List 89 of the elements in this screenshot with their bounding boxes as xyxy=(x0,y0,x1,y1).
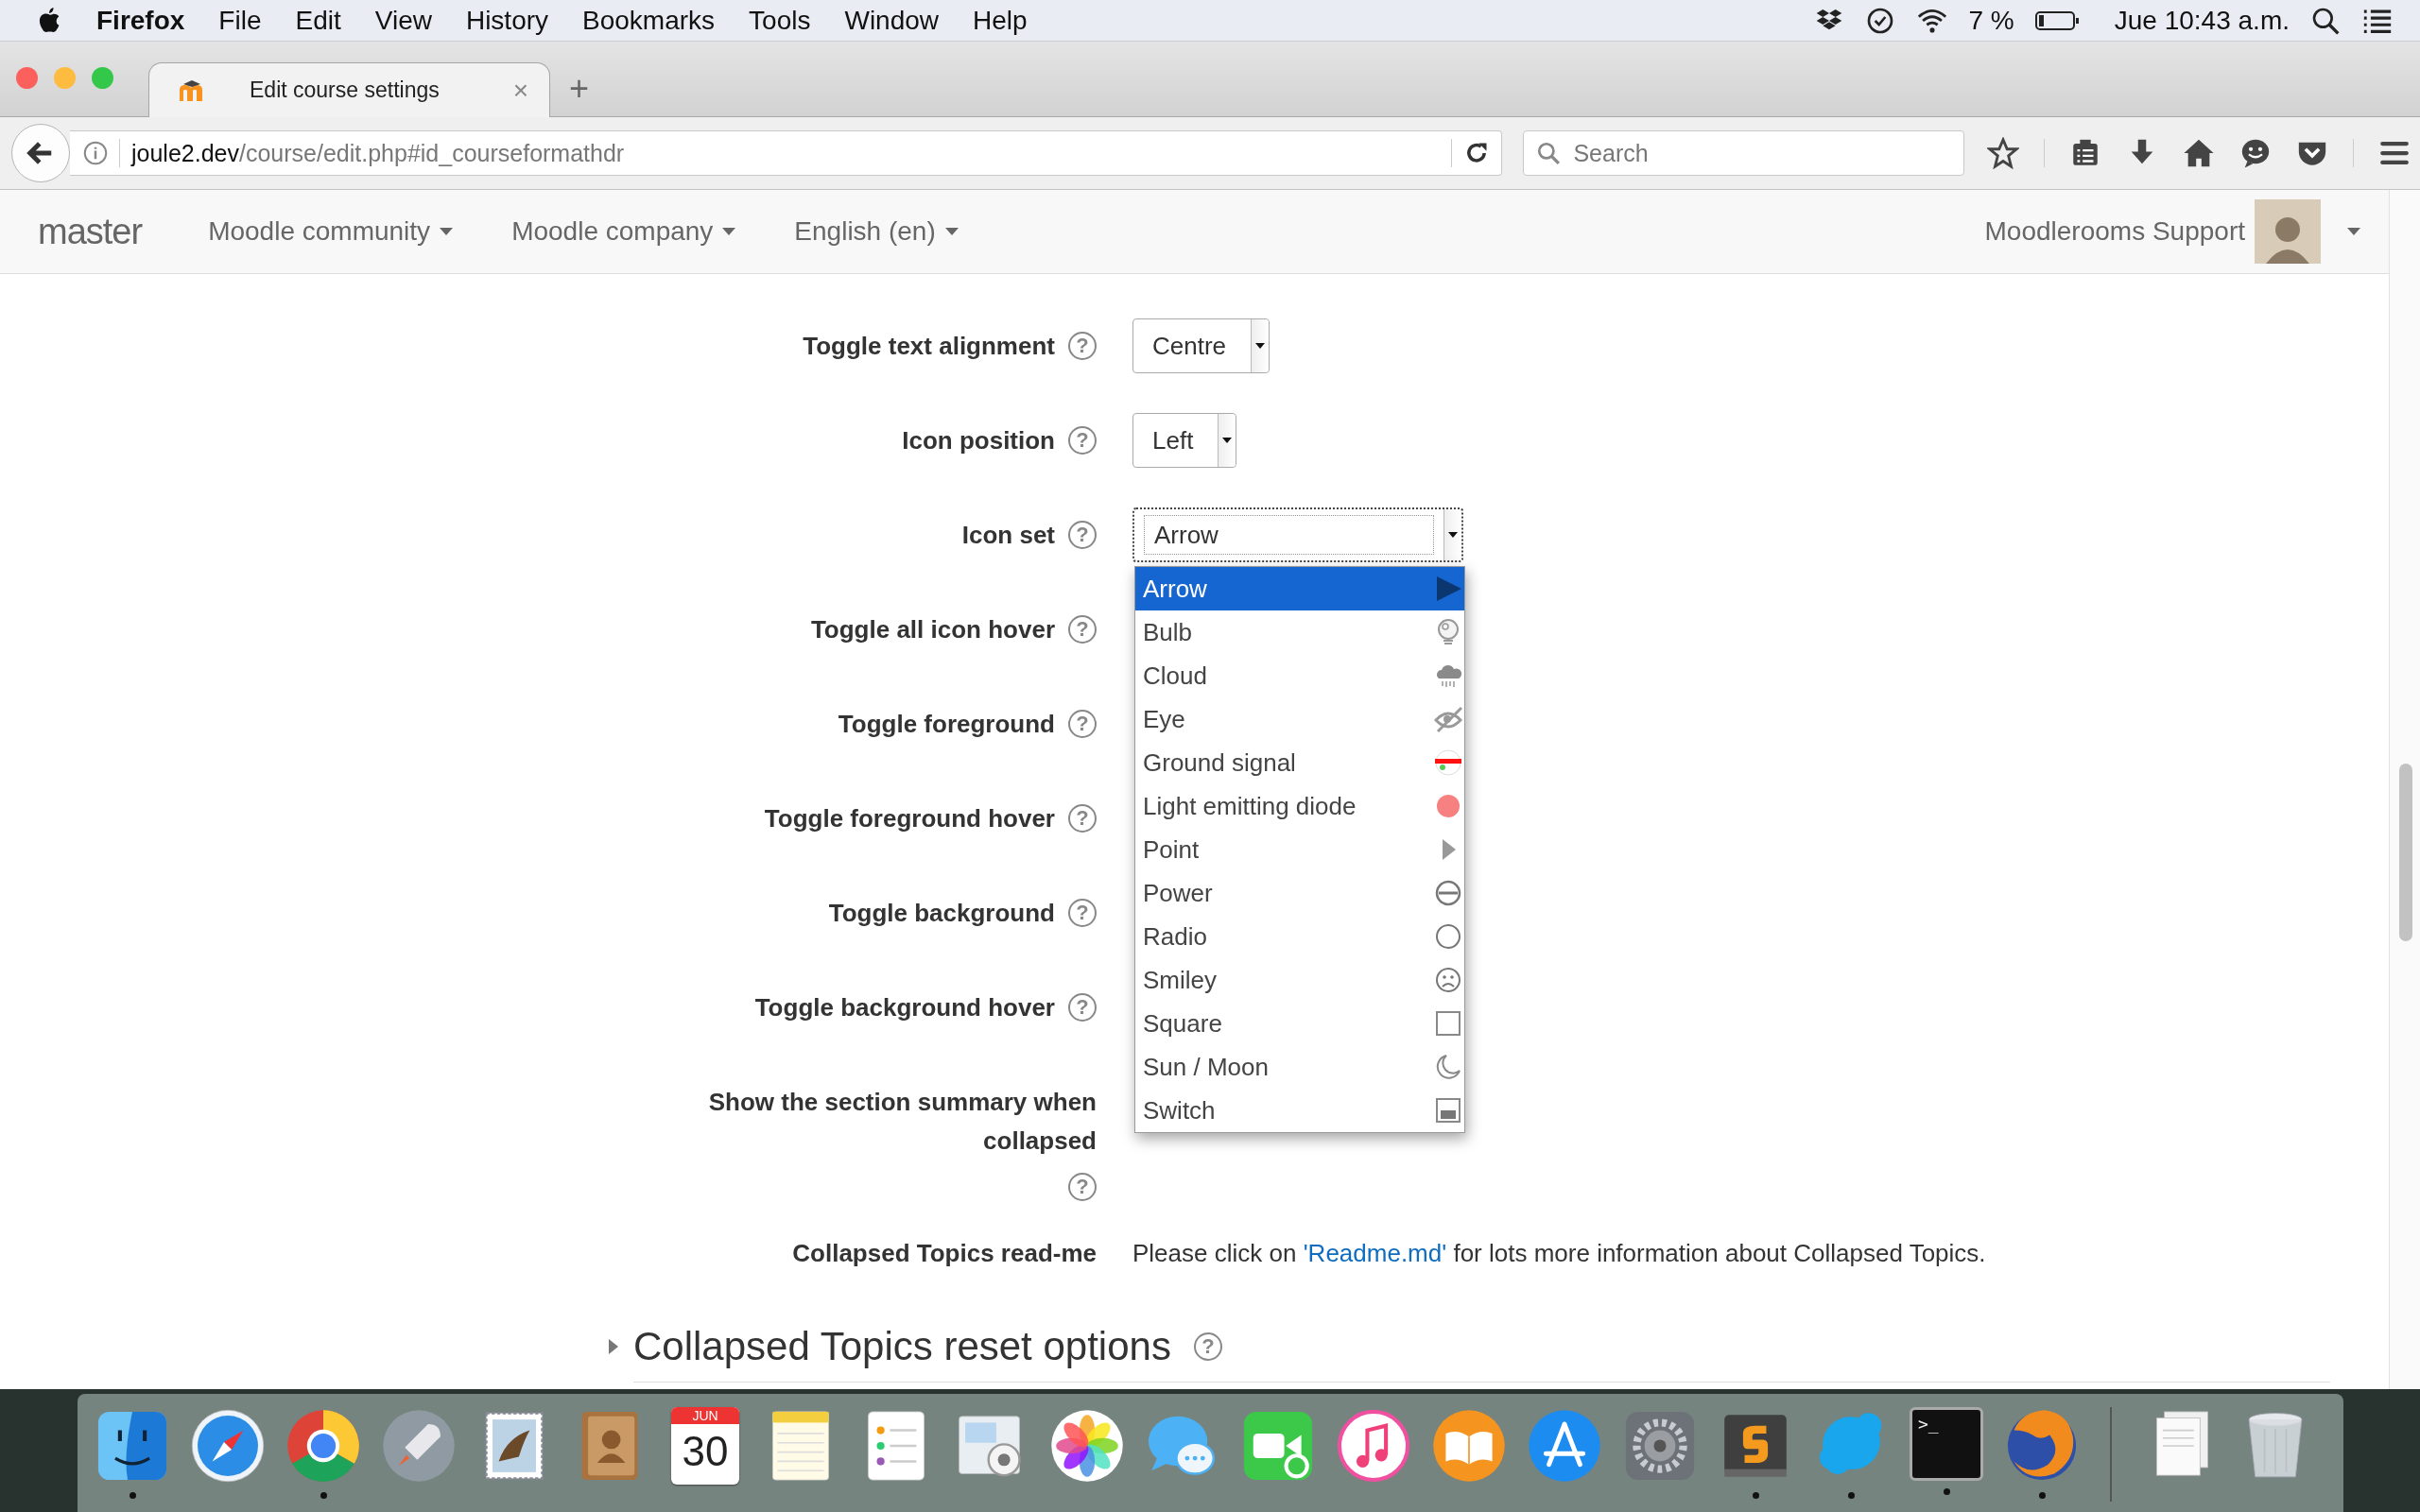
ground-icon xyxy=(1434,748,1462,777)
dropdown-option[interactable]: Power xyxy=(1135,871,1464,915)
user-avatar[interactable] xyxy=(2255,199,2321,264)
field-label: Toggle all icon hover xyxy=(810,613,1055,645)
moon-icon xyxy=(1434,1053,1462,1081)
led-icon xyxy=(1434,792,1462,820)
battery-percentage: 7 % xyxy=(1968,5,2014,36)
star-icon[interactable] xyxy=(1987,137,2019,169)
help-icon[interactable]: ? xyxy=(1068,332,1097,360)
app-menu[interactable]: Firefox xyxy=(96,5,185,36)
field-label: Toggle text alignment xyxy=(803,330,1055,362)
dropdown-option[interactable]: Eye xyxy=(1135,697,1464,741)
help-icon[interactable]: ? xyxy=(1068,521,1097,549)
menu-item[interactable]: Edit xyxy=(295,5,341,36)
user-name[interactable]: Moodlerooms Support xyxy=(1984,216,2245,247)
select-field[interactable]: Centre xyxy=(1132,318,1270,373)
new-tab-button[interactable]: + xyxy=(569,69,590,109)
eye-icon xyxy=(1434,705,1462,733)
terminal-icon[interactable]: >_ xyxy=(1910,1407,1983,1481)
url-text: joule2.dev/course/edit.php#id_courseformathdr xyxy=(131,139,626,167)
collapsed-caret-icon[interactable] xyxy=(607,1337,620,1356)
help-icon[interactable]: ? xyxy=(1068,615,1097,644)
field-label: Collapsed Topics read-me xyxy=(792,1237,1097,1269)
field-label: Toggle foreground hover xyxy=(764,802,1055,834)
info-icon[interactable] xyxy=(81,139,110,167)
nav-menu[interactable]: Moodle company xyxy=(511,216,736,247)
field-label: Show the section summary when collapsed xyxy=(707,1087,1097,1157)
field-label: Icon position xyxy=(902,424,1055,456)
radio-icon xyxy=(1434,922,1462,951)
dropdown-option[interactable]: Radio xyxy=(1135,915,1464,958)
help-icon[interactable]: ? xyxy=(1068,710,1097,738)
flower-icon[interactable] xyxy=(1048,1407,1126,1485)
menu-item[interactable]: Window xyxy=(844,5,940,36)
calendar-icon[interactable]: JUN 30 xyxy=(671,1407,739,1485)
search-field[interactable]: Search xyxy=(1523,130,1964,176)
address-bar[interactable]: joule2.dev/course/edit.php#id_courseformathdr xyxy=(70,130,1503,176)
tab-title: Edit course settings xyxy=(250,77,441,103)
battery-icon[interactable] xyxy=(2034,9,2081,32)
select-field[interactable]: Arrow xyxy=(1132,507,1463,562)
dropdown-option[interactable]: Light emitting diode xyxy=(1135,784,1464,828)
readme-link[interactable]: 'Readme.md' xyxy=(1303,1238,1447,1267)
dropdown-option[interactable]: Smiley xyxy=(1135,958,1464,1002)
dropdown-option[interactable]: Square xyxy=(1135,1002,1464,1045)
menu-item[interactable]: Bookmarks xyxy=(582,5,716,36)
scrollbar-thumb[interactable] xyxy=(2399,764,2412,941)
color-wheel-icon[interactable] xyxy=(285,1407,362,1485)
dropdown-option[interactable]: Cloud xyxy=(1135,654,1464,697)
clock[interactable]: Jue 10:43 a.m. xyxy=(2114,5,2290,36)
caret-icon[interactable] xyxy=(2347,228,2360,235)
nav-menu[interactable]: Moodle community xyxy=(208,216,454,247)
help-icon[interactable]: ? xyxy=(1068,899,1097,927)
home-icon[interactable] xyxy=(2183,137,2215,169)
help-icon[interactable]: ? xyxy=(1068,993,1097,1022)
field-label: Icon set xyxy=(961,519,1055,551)
search-icon xyxy=(1536,141,1562,165)
dropdown-option[interactable]: Bulb xyxy=(1135,610,1464,654)
field-label: Toggle foreground xyxy=(838,708,1055,740)
help-icon[interactable]: ? xyxy=(1068,804,1097,833)
smiley-bubble-icon[interactable] xyxy=(2239,137,2272,169)
menu-item[interactable]: Help xyxy=(973,5,1028,36)
menu-item[interactable]: Tools xyxy=(749,5,811,36)
menu-item[interactable]: View xyxy=(374,5,432,36)
dropdown-option[interactable]: Arrow xyxy=(1135,567,1464,610)
arrow-icon xyxy=(1434,575,1462,603)
nav-menu[interactable]: English (en) xyxy=(794,216,959,247)
dropdown-option[interactable]: Point xyxy=(1135,828,1464,871)
menu-item[interactable]: History xyxy=(465,5,549,36)
help-icon[interactable]: ? xyxy=(1193,1332,1222,1361)
dropdown-option[interactable]: Sun / Moon xyxy=(1135,1045,1464,1089)
help-icon[interactable]: ? xyxy=(1068,1173,1097,1201)
close-window-button[interactable] xyxy=(16,67,38,89)
dropdown-option[interactable]: Switch xyxy=(1135,1089,1464,1132)
open-book-icon[interactable] xyxy=(1430,1407,1508,1485)
smiley-icon xyxy=(1434,966,1462,994)
site-logo[interactable]: master xyxy=(38,211,143,252)
power-icon xyxy=(1434,879,1462,907)
field-label: Toggle background xyxy=(828,897,1055,929)
dropdown-option[interactable]: Ground signal xyxy=(1135,741,1464,784)
section-heading[interactable]: Collapsed Topics reset options xyxy=(633,1324,1171,1369)
compass-icon[interactable] xyxy=(189,1407,267,1485)
browser-tab[interactable]: Edit course settings × xyxy=(148,62,550,117)
switch-icon xyxy=(1434,1096,1462,1125)
square-icon xyxy=(1434,1009,1462,1038)
readme-text: Please click on 'Readme.md' for lots more information about Collapsed Topics. xyxy=(1132,1238,1987,1268)
select-field[interactable]: Left xyxy=(1132,413,1237,468)
help-icon[interactable]: ? xyxy=(1068,426,1097,455)
music-note-icon[interactable] xyxy=(1335,1407,1412,1485)
field-label: Toggle background hover xyxy=(754,991,1055,1023)
menu-item[interactable]: File xyxy=(218,5,262,36)
